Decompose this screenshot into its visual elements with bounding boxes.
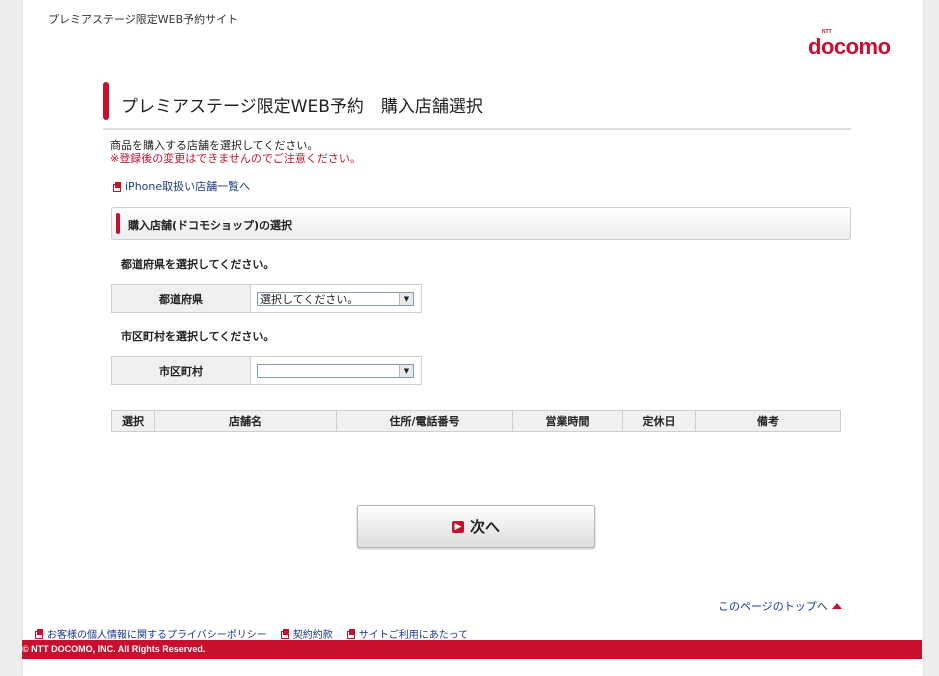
section-header: 購入店舗(ドコモショップ)の選択 [111,207,851,240]
chevron-down-icon[interactable]: ▼ [399,364,413,377]
page-title-block: プレミアステージ限定WEB予約 購入店舗選択 [103,82,851,130]
copyright-bar: © NTT DOCOMO, INC. All Rights Reserved. [22,640,922,659]
city-row: 市区町村 ▼ [111,356,422,385]
page-container: プレミアステージ限定WEB予約サイト NTT docomo プレミアステージ限定… [22,0,924,676]
copyright-text: © NTT DOCOMO, INC. All Rights Reserved. [22,644,206,654]
next-button[interactable]: ▶ 次へ [357,505,595,548]
page-top-label: このページのトップへ [718,600,828,613]
docomo-logo[interactable]: NTT docomo [808,29,891,60]
terms-label: 契約約款 [292,630,333,641]
prefecture-prompt: 都道府県を選択してください。 [121,258,275,271]
next-button-label: 次へ [469,518,500,536]
logo-text: docomo [808,34,891,59]
footer-links: お客様の個人情報に関するプライバシーポリシー 契約約款 サイトご利用にあたって [35,626,468,641]
window-link-icon [346,629,356,639]
prefecture-row: 都道府県 選択してください。 ▼ [111,284,422,313]
warning-text: ※登録後の変更はできませんのでご注意ください。 [110,152,361,165]
window-link-icon [35,629,44,639]
site-name: プレミアステージ限定WEB予約サイト [48,13,239,26]
prefecture-cell: 選択してください。 ▼ [251,285,421,312]
store-table: 選択 店舗名 住所/電話番号 営業時間 定休日 備考 [111,410,841,432]
window-link-icon [280,629,290,639]
instruction-text: 商品を購入する店舗を選択してください。 [110,139,319,152]
table-header-row: 選択 店舗名 住所/電話番号 営業時間 定休日 備考 [111,410,841,432]
column-header-hours: 営業時間 [512,410,623,432]
page-top-link[interactable]: このページのトップへ [718,598,842,614]
column-header-notes: 備考 [695,410,841,432]
city-prompt: 市区町村を選択してください。 [121,330,275,343]
iphone-link-label: iPhone取扱い店舗一覧へ [125,180,251,193]
prefecture-label: 都道府県 [112,285,251,312]
column-header-address: 住所/電話番号 [336,410,513,432]
column-header-closed-days: 定休日 [622,410,696,432]
chevron-down-icon[interactable]: ▼ [399,292,413,305]
privacy-policy-label: お客様の個人情報に関するプライバシーポリシー [47,630,267,641]
city-cell: ▼ [251,357,421,384]
site-usage-label: サイトご利用にあたって [358,630,469,641]
prefecture-select[interactable]: 選択してください。 ▼ [257,291,414,306]
column-header-select: 選択 [111,410,155,432]
city-label: 市区町村 [112,357,251,384]
city-select[interactable]: ▼ [257,363,414,378]
section-title: 購入店舗(ドコモショップ)の選択 [128,219,293,232]
title-accent-bar [103,82,109,120]
prefecture-selected-value: 選択してください。 [260,292,359,306]
site-usage-link[interactable]: サイトご利用にあたって [346,626,469,641]
section-accent-bar [116,213,120,234]
column-header-store-name: 店舗名 [154,410,337,432]
window-link-icon [113,181,122,192]
arrow-up-icon [831,603,842,609]
page-title: プレミアステージ限定WEB予約 購入店舗選択 [121,97,483,117]
privacy-policy-link[interactable]: お客様の個人情報に関するプライバシーポリシー [35,626,267,641]
logo-ntt-mark: NTT [822,29,832,35]
arrow-right-icon: ▶ [451,520,464,533]
terms-link[interactable]: 契約約款 [280,626,333,641]
instructions: 商品を購入する店舗を選択してください。 ※登録後の変更はできませんのでご注意くだ… [110,139,361,165]
iphone-store-list-link[interactable]: iPhone取扱い店舗一覧へ [113,178,250,194]
